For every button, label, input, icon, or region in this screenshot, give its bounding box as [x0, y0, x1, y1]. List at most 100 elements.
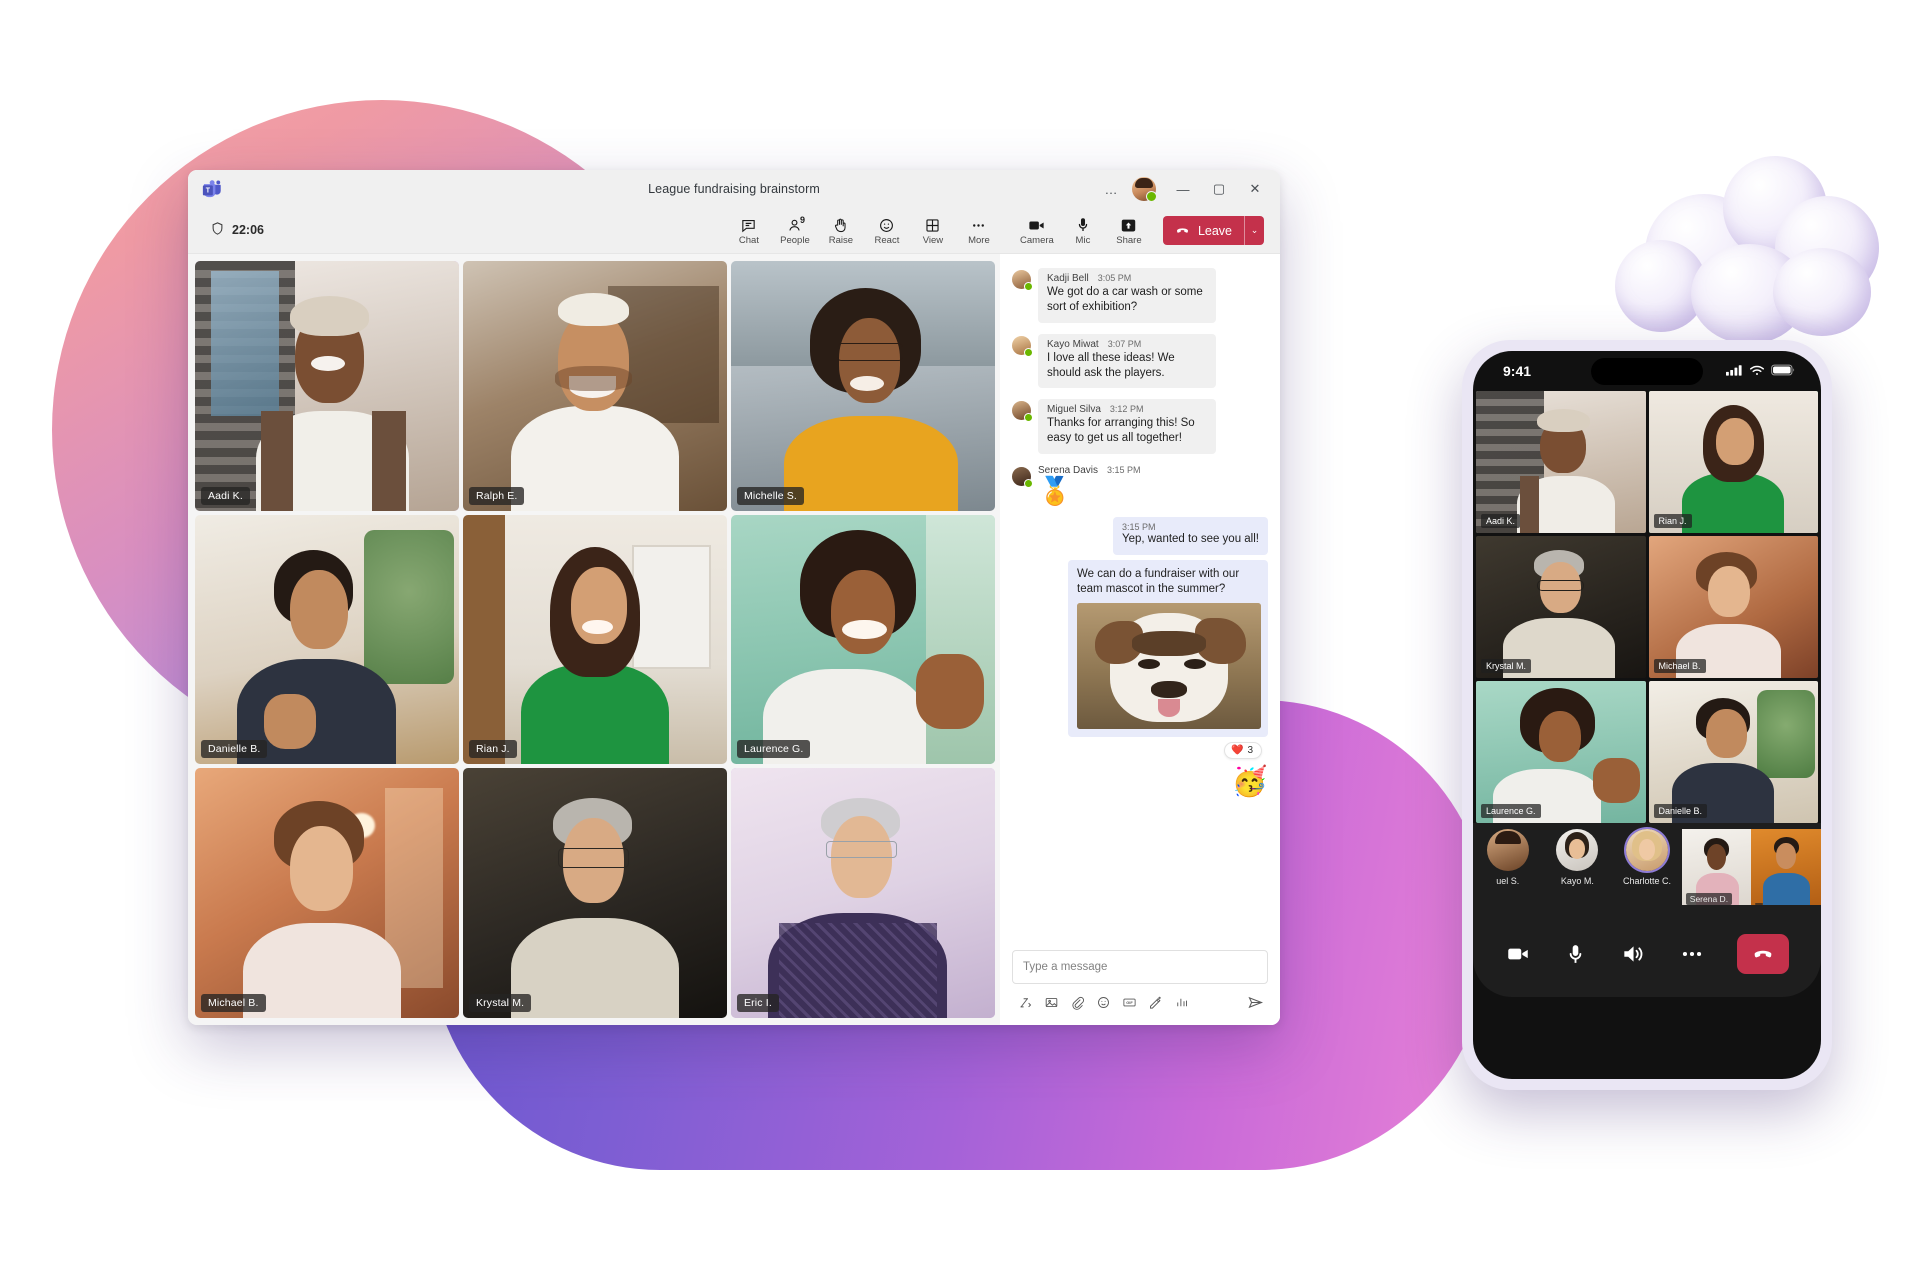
share-icon: [1119, 217, 1138, 234]
chat-label: Chat: [738, 234, 759, 246]
video-tile[interactable]: Krystal M.: [463, 768, 727, 1018]
smiley-icon: [878, 217, 895, 234]
leave-main[interactable]: Leave: [1163, 216, 1244, 245]
window-body: Aadi K. Ralph E. Michelle S. Danielle B.…: [188, 254, 1280, 1025]
outgoing-message: 3:15 PM Yep, wanted to see you all!: [1012, 517, 1268, 555]
bulldog-photo[interactable]: [1077, 603, 1261, 730]
more-button[interactable]: More: [957, 211, 1001, 251]
leave-label: Leave: [1197, 223, 1232, 238]
window-titlebar: T League fundraising brainstorm … — ▢ ✕: [188, 170, 1280, 208]
phone-video-tile[interactable]: Laurence G.: [1476, 681, 1646, 823]
mic-button[interactable]: Mic: [1061, 211, 1105, 251]
share-button[interactable]: Share: [1107, 211, 1151, 251]
participant-video-item[interactable]: [1751, 829, 1821, 911]
message-input[interactable]: [1023, 961, 1257, 973]
message-time: 3:12 PM: [1109, 404, 1144, 415]
phone-end-call-button[interactable]: [1736, 934, 1789, 974]
camera-label: Camera: [1020, 234, 1054, 246]
tile-name: Danielle B.: [201, 740, 268, 759]
tile-name: Laurence G.: [1481, 804, 1541, 818]
tile-name: Michelle S.: [737, 486, 805, 505]
message-bubble: 3:15 PM Yep, wanted to see you all!: [1112, 517, 1268, 555]
message-author: Miguel Silva: [1047, 404, 1101, 416]
tile-name: Ralph E.: [469, 486, 525, 505]
video-tile[interactable]: Rian J.: [463, 514, 727, 765]
participant-avatar-item[interactable]: Charlotte C.: [1612, 829, 1682, 911]
image-icon[interactable]: [1038, 991, 1064, 1013]
mobile-phone-mockup: 9:41 Aadi K. Rian J. Krystal M. Michael …: [1462, 340, 1832, 1090]
chat-button[interactable]: Chat: [727, 211, 771, 251]
attach-icon[interactable]: [1064, 991, 1090, 1013]
message-bubble: Kayo Miwat 3:07 PM I love all these idea…: [1038, 333, 1216, 389]
window-controls: … — ▢ ✕: [1094, 170, 1272, 208]
toolbar-controls: Chat 9 People Raise React View More Came…: [727, 211, 1264, 251]
avatar: [1012, 335, 1033, 357]
phone-video-tile[interactable]: Aadi K.: [1476, 391, 1646, 533]
view-button[interactable]: View: [911, 211, 955, 251]
phone-video-tile[interactable]: Krystal M.: [1476, 536, 1646, 678]
tile-name: Krystal M.: [469, 994, 532, 1012]
user-avatar[interactable]: [1132, 177, 1157, 202]
close-button[interactable]: ✕: [1238, 170, 1272, 208]
video-tile[interactable]: Ralph E.: [463, 261, 727, 511]
video-thumb: [1751, 829, 1821, 905]
participant-avatar-item[interactable]: Kayo M.: [1543, 829, 1613, 911]
send-icon[interactable]: [1242, 991, 1268, 1013]
phone-more-button[interactable]: [1679, 941, 1705, 967]
phone-video-tile[interactable]: Michael B.: [1648, 536, 1818, 678]
message-bubble: Kadji Bell 3:05 PM We got do a car wash …: [1038, 268, 1216, 323]
format-icon[interactable]: [1012, 991, 1038, 1013]
phone-video-tile[interactable]: Rian J.: [1648, 391, 1818, 533]
people-button[interactable]: 9 People: [773, 211, 817, 251]
participant-avatar-item[interactable]: uel S.: [1473, 829, 1543, 911]
phone-speaker-button[interactable]: [1620, 941, 1646, 967]
phone-participant-strip: uel S. Kayo M. Charlotte C. Serena D.: [1473, 823, 1821, 911]
maximize-button[interactable]: ▢: [1202, 170, 1236, 208]
leave-dropdown-caret[interactable]: ⌄: [1244, 216, 1264, 245]
video-tile[interactable]: Eric I.: [731, 768, 995, 1018]
avatar: [1625, 829, 1668, 871]
titlebar-more-button[interactable]: …: [1094, 170, 1128, 208]
reaction-count: 3: [1247, 745, 1253, 757]
chat-message: Kayo Miwat 3:07 PM I love all these idea…: [1012, 333, 1268, 389]
heart-reaction[interactable]: ❤️ 3: [1223, 742, 1262, 760]
chat-message: Kadji Bell 3:05 PM We got do a car wash …: [1012, 268, 1268, 323]
camera-button[interactable]: Camera: [1015, 211, 1059, 251]
gif-icon[interactable]: GIF: [1116, 991, 1142, 1013]
participant-video-item[interactable]: Serena D.: [1681, 829, 1752, 911]
message-time: 3:15 PM: [1121, 522, 1156, 533]
mic-icon: [1074, 217, 1092, 234]
message-text: I love all these ideas! We should ask th…: [1047, 351, 1175, 379]
video-tile[interactable]: Laurence G.: [731, 514, 995, 765]
grid-icon: [924, 217, 941, 234]
svg-text:GIF: GIF: [1126, 1000, 1133, 1005]
avatar: [1012, 466, 1033, 488]
raise-hand-button[interactable]: Raise: [819, 211, 863, 251]
phone-screen: 9:41 Aadi K. Rian J. Krystal M. Michael …: [1473, 351, 1821, 1079]
video-tile[interactable]: Aadi K.: [195, 261, 459, 511]
shield-icon: [210, 221, 225, 239]
tile-name: Eric I.: [737, 994, 779, 1012]
video-tile[interactable]: Michelle S.: [731, 261, 995, 511]
message-time: 3:15 PM: [1107, 464, 1141, 475]
ellipsis-icon: [970, 217, 987, 234]
emoji-icon[interactable]: [1090, 991, 1116, 1013]
phone-mic-button[interactable]: [1563, 942, 1588, 967]
people-label: People: [780, 234, 810, 246]
video-tile[interactable]: Danielle B.: [195, 514, 459, 765]
chat-panel: Kadji Bell 3:05 PM We got do a car wash …: [1000, 254, 1280, 1025]
react-button[interactable]: React: [865, 211, 909, 251]
video-tile[interactable]: Michael B.: [195, 768, 459, 1018]
leave-button[interactable]: Leave ⌄: [1162, 216, 1264, 245]
chat-message-list[interactable]: Kadji Bell 3:05 PM We got do a car wash …: [1000, 254, 1280, 942]
compose-box[interactable]: [1012, 950, 1268, 984]
sticker-icon[interactable]: [1142, 991, 1168, 1013]
message-text: We got do a car wash or some sort of exh…: [1047, 286, 1203, 314]
poll-icon[interactable]: [1168, 991, 1194, 1013]
minimize-button[interactable]: —: [1166, 170, 1200, 208]
phone-camera-button[interactable]: [1505, 941, 1531, 967]
phone-video-tile[interactable]: Danielle B.: [1648, 681, 1818, 823]
participant-name: uel S.: [1496, 876, 1520, 886]
avatar: [1556, 829, 1599, 871]
mic-label: Mic: [1075, 234, 1091, 246]
